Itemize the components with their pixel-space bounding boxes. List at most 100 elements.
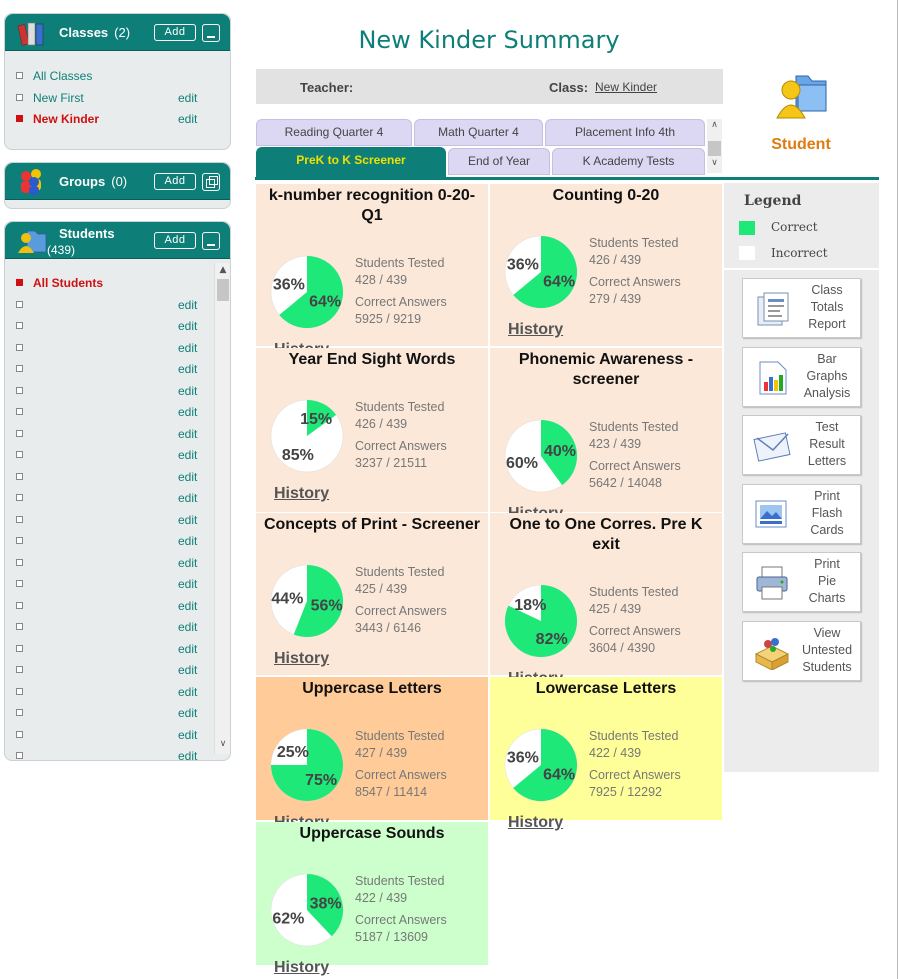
class-checkbox-icon[interactable] <box>16 93 23 101</box>
student-checkbox-icon[interactable] <box>16 365 23 372</box>
tab-prek-to-k-screener[interactable]: PreK to K Screener <box>256 147 446 177</box>
student-list-item[interactable]: edit <box>5 553 230 575</box>
tabs-scrollbar[interactable]: ∧ ∨ <box>707 119 722 173</box>
student-edit-link[interactable]: edit <box>178 749 197 760</box>
class-edit-link[interactable]: edit <box>178 112 197 126</box>
student-list-item[interactable]: edit <box>5 359 230 381</box>
student-checkbox-icon[interactable] <box>16 644 23 652</box>
class-list-item[interactable]: New First edit <box>5 88 230 110</box>
student-checkbox-icon[interactable] <box>16 752 23 759</box>
student-list-item[interactable]: edit <box>5 682 230 704</box>
student-list-item[interactable]: edit <box>5 488 230 510</box>
student-list-item[interactable]: edit <box>5 467 230 489</box>
student-checkbox-icon[interactable] <box>16 730 23 738</box>
class-name-link[interactable]: New Kinder <box>33 112 99 126</box>
student-checkbox-icon[interactable] <box>16 429 23 437</box>
student-list-item[interactable]: edit <box>5 746 230 760</box>
tab-math-quarter-4[interactable]: Math Quarter 4 <box>414 119 543 146</box>
tabs-scroll-thumb[interactable] <box>708 141 721 156</box>
history-link[interactable]: History <box>508 321 563 339</box>
student-checkbox-icon[interactable] <box>16 623 23 630</box>
student-edit-link[interactable]: edit <box>178 513 197 527</box>
student-checkbox-icon[interactable] <box>16 386 23 394</box>
action-untested-students-button[interactable]: View Untested Students <box>742 620 861 681</box>
student-list-item[interactable]: edit <box>5 531 230 553</box>
tab-k-academy-tests[interactable]: K Academy Tests <box>552 148 705 175</box>
student-checkbox-icon[interactable] <box>16 451 23 458</box>
student-list-item[interactable]: edit <box>5 338 230 360</box>
collapse-classes-button[interactable] <box>202 24 220 42</box>
add-student-button[interactable]: Add <box>154 232 196 249</box>
collapse-students-button[interactable] <box>202 232 220 250</box>
class-list-item[interactable]: New Kinder edit <box>5 109 230 131</box>
student-edit-link[interactable]: edit <box>178 427 197 441</box>
class-checkbox-icon[interactable] <box>16 115 23 122</box>
student-edit-link[interactable]: edit <box>178 470 197 484</box>
student-edit-link[interactable]: edit <box>178 728 197 742</box>
students-scrollbar[interactable]: ▲ ∨ <box>214 263 230 754</box>
all-students-item[interactable]: All Students <box>5 273 230 295</box>
student-edit-link[interactable]: edit <box>178 706 197 720</box>
student-list-item[interactable]: edit <box>5 316 230 338</box>
scroll-up-arrow[interactable]: ▲ <box>215 263 230 277</box>
student-checkbox-icon[interactable] <box>16 408 23 415</box>
history-link[interactable]: History <box>274 485 329 503</box>
student-checkbox-icon[interactable] <box>16 709 23 716</box>
student-checkbox-icon[interactable] <box>16 472 23 480</box>
student-edit-link[interactable]: edit <box>178 298 197 312</box>
class-name-link[interactable]: All Classes <box>33 69 92 83</box>
student-list-item[interactable]: edit <box>5 295 230 317</box>
student-edit-link[interactable]: edit <box>178 556 197 570</box>
student-edit-link[interactable]: edit <box>178 599 197 613</box>
student-checkbox-icon[interactable] <box>16 494 23 501</box>
student-checkbox-icon[interactable] <box>16 322 23 329</box>
student-list-item[interactable]: edit <box>5 402 230 424</box>
student-icon[interactable] <box>776 70 828 120</box>
student-list-item[interactable]: edit <box>5 617 230 639</box>
tab-reading-quarter-4[interactable]: Reading Quarter 4 <box>256 119 412 146</box>
student-edit-link[interactable]: edit <box>178 577 197 591</box>
action-bar-graph-button[interactable]: Bar Graphs Analysis <box>742 346 861 407</box>
student-list-item[interactable]: edit <box>5 596 230 618</box>
history-link[interactable]: History <box>508 814 563 832</box>
student-checkbox-icon[interactable] <box>16 580 23 587</box>
student-list-item[interactable]: edit <box>5 574 230 596</box>
student-checkbox-icon[interactable] <box>16 300 23 308</box>
action-envelope-button[interactable]: Test Result Letters <box>742 415 861 475</box>
student-edit-link[interactable]: edit <box>178 362 197 376</box>
student-list-item[interactable]: edit <box>5 660 230 682</box>
student-edit-link[interactable]: edit <box>178 685 197 699</box>
student-checkbox-icon[interactable] <box>16 343 23 351</box>
class-name-link[interactable]: New First <box>33 91 84 105</box>
class-edit-link[interactable]: edit <box>178 91 197 105</box>
student-checkbox-icon[interactable] <box>16 601 23 609</box>
student-edit-link[interactable]: edit <box>178 642 197 656</box>
student-edit-link[interactable]: edit <box>178 405 197 419</box>
student-list-item[interactable]: edit <box>5 725 230 747</box>
student-checkbox-icon[interactable] <box>16 537 23 544</box>
action-printer-button[interactable]: Print Pie Charts <box>742 552 861 612</box>
student-edit-link[interactable]: edit <box>178 384 197 398</box>
action-flash-card-button[interactable]: Print Flash Cards <box>742 483 861 544</box>
student-checkbox-icon[interactable] <box>16 687 23 695</box>
tabs-scroll-down-arrow[interactable]: ∨ <box>707 158 722 168</box>
student-list-item[interactable]: edit <box>5 424 230 446</box>
student-checkbox-icon[interactable] <box>16 666 23 673</box>
student-list-item[interactable]: edit <box>5 510 230 532</box>
student-list-item[interactable]: edit <box>5 703 230 725</box>
tab-end-of-year[interactable]: End of Year <box>448 148 550 175</box>
class-list-item[interactable]: All Classes <box>5 66 230 88</box>
student-list-item[interactable]: edit <box>5 445 230 467</box>
student-edit-link[interactable]: edit <box>178 491 197 505</box>
action-report-button[interactable]: Class Totals Report <box>742 278 861 338</box>
all-students-link[interactable]: All Students <box>33 276 103 290</box>
students-scroll-thumb[interactable] <box>217 279 229 301</box>
student-list-item[interactable]: edit <box>5 639 230 661</box>
student-edit-link[interactable]: edit <box>178 663 197 677</box>
scroll-down-arrow[interactable]: ∨ <box>215 737 230 751</box>
student-edit-link[interactable]: edit <box>178 534 197 548</box>
student-edit-link[interactable]: edit <box>178 448 197 462</box>
class-link[interactable]: New Kinder <box>595 80 657 94</box>
student-edit-link[interactable]: edit <box>178 341 197 355</box>
student-checkbox-icon[interactable] <box>16 515 23 523</box>
